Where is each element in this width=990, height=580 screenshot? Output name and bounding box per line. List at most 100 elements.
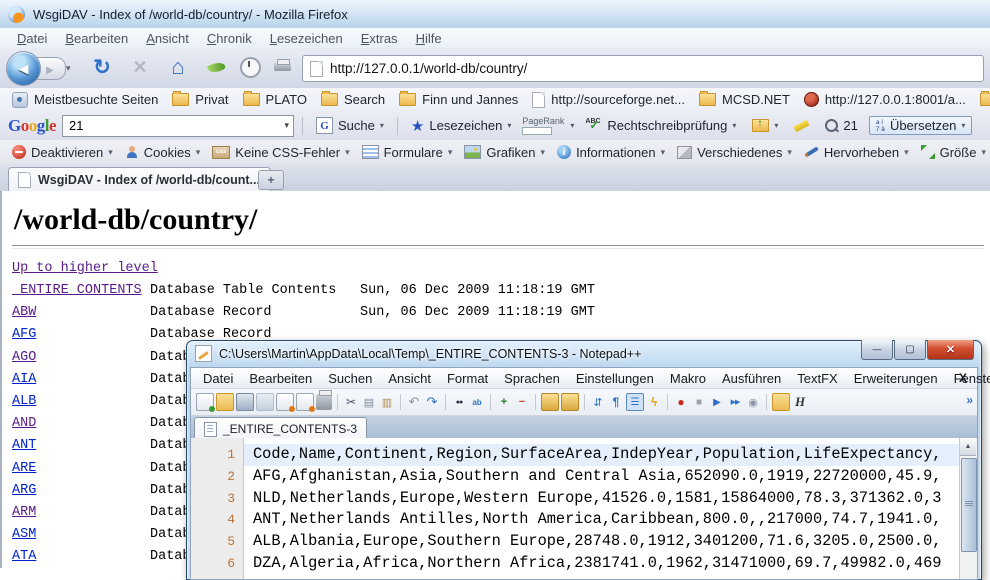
spellcheck-button[interactable]: Rechtschreibprüfung (580, 118, 741, 133)
word-wrap-icon[interactable] (590, 394, 606, 410)
paste-icon[interactable] (379, 394, 395, 410)
np-menu-erweiterungen[interactable]: Erweiterungen (846, 369, 946, 388)
webdev-grafiken[interactable]: Grafiken (458, 145, 551, 160)
pagerank-widget[interactable]: PageRank (522, 117, 564, 135)
bookmark-sourceforge[interactable]: http://sourceforge.net... (525, 92, 692, 108)
macro-stop-icon[interactable] (691, 394, 707, 410)
np-menu-suchen[interactable]: Suchen (320, 369, 380, 388)
np-menu-datei[interactable]: Datei (195, 369, 241, 388)
link-ata[interactable]: ATA (12, 549, 36, 564)
close-all-icon[interactable] (296, 393, 314, 411)
webdev-cookies[interactable]: Cookies (119, 145, 207, 160)
zoom-in-icon[interactable] (496, 394, 512, 410)
new-file-icon[interactable] (196, 393, 214, 411)
np-menu-bearbeiten[interactable]: Bearbeiten (241, 369, 320, 388)
highlight-button[interactable] (789, 123, 814, 129)
link-ant[interactable]: ANT (12, 438, 36, 453)
translate-button[interactable]: Übersetzen (869, 116, 973, 135)
np-menu-makro[interactable]: Makro (662, 369, 714, 388)
np-menu-sprachen[interactable]: Sprachen (496, 369, 568, 388)
link-are[interactable]: ARE (12, 461, 36, 476)
link-and[interactable]: AND (12, 416, 36, 431)
home-button[interactable] (164, 53, 192, 81)
menu-ansicht[interactable]: Ansicht (137, 29, 198, 48)
up-link[interactable]: Up to higher level (12, 261, 158, 276)
np-menu-textfx[interactable]: TextFX (789, 369, 845, 388)
send-to-button[interactable] (747, 119, 783, 132)
google-search-box[interactable] (62, 115, 294, 137)
zoom-indicator[interactable]: 21 (820, 118, 862, 133)
print-icon[interactable] (316, 394, 332, 410)
menu-lesezeichen[interactable]: Lesezeichen (261, 29, 352, 48)
history-dropdown-button[interactable] (66, 63, 71, 74)
close-button[interactable] (927, 340, 974, 360)
link-entire-contents[interactable]: _ENTIRE_CONTENTS (12, 283, 142, 298)
zoom-out-icon[interactable] (514, 394, 530, 410)
webdev-groesse[interactable]: Größe (915, 145, 990, 160)
save-all-icon[interactable] (256, 393, 274, 411)
sync-vertical-icon[interactable] (541, 393, 559, 411)
new-tab-button[interactable]: + (258, 170, 284, 190)
link-alb[interactable]: ALB (12, 394, 36, 409)
bookmark-127-0-0-1-8001[interactable]: http://127.0.0.1:8001/a... (797, 92, 973, 107)
url-bar[interactable] (302, 55, 984, 82)
webdev-deaktivieren[interactable]: Deaktivieren (6, 145, 119, 160)
redo-icon[interactable] (424, 394, 440, 410)
function-completion-icon[interactable] (646, 394, 662, 410)
link-abw[interactable]: ABW (12, 305, 36, 320)
link-arm[interactable]: ARM (12, 505, 36, 520)
np-menu-close-document[interactable]: X (959, 371, 967, 385)
restore-button[interactable] (894, 340, 926, 360)
bookmark-folder-search[interactable]: Search (314, 92, 392, 107)
caret-icon[interactable] (570, 121, 574, 130)
bookmark-folder-mcsd[interactable]: MCSD.NET (692, 92, 797, 107)
link-afg[interactable]: AFG (12, 327, 36, 342)
macro-save-icon[interactable] (745, 394, 761, 410)
webdev-css[interactable]: Keine CSS-Fehler (206, 145, 355, 160)
link-arg[interactable]: ARG (12, 483, 36, 498)
macro-record-icon[interactable] (673, 394, 689, 410)
bookmark-folder-privat[interactable]: Privat (165, 92, 235, 107)
find-icon[interactable] (451, 394, 467, 410)
menu-hilfe[interactable]: Hilfe (407, 29, 451, 48)
back-button[interactable] (6, 51, 41, 86)
bookmark-folder-finn-und-jannes[interactable]: Finn und Jannes (392, 92, 525, 107)
code-area[interactable]: Code,Name,Continent,Region,SurfaceArea,I… (244, 438, 959, 579)
bookmark-folder-tree-samples[interactable]: Tree Samples (973, 92, 990, 107)
reload-button[interactable] (88, 53, 116, 81)
np-menu-format[interactable]: Format (439, 369, 496, 388)
replace-icon[interactable] (469, 394, 485, 410)
minimize-button[interactable] (861, 340, 893, 360)
print-button[interactable] (268, 53, 296, 81)
open-file-icon[interactable] (216, 393, 234, 411)
link-aia[interactable]: AIA (12, 372, 36, 387)
link-ago[interactable]: AGO (12, 350, 36, 365)
scrollbar-thumb[interactable] (961, 458, 977, 552)
menu-extras[interactable]: Extras (352, 29, 407, 48)
google-suche-button[interactable]: GSuche (311, 117, 389, 134)
scroll-up-arrow-icon[interactable] (960, 438, 976, 456)
url-input[interactable] (330, 61, 976, 76)
np-menu-ansicht[interactable]: Ansicht (380, 369, 439, 388)
menu-bearbeiten[interactable]: Bearbeiten (56, 29, 137, 48)
google-search-input[interactable] (67, 117, 284, 134)
textfx-icon[interactable] (792, 394, 808, 410)
np-menu-ausfuehren[interactable]: Ausführen (714, 369, 789, 388)
webdev-hervorheben[interactable]: Hervorheben (798, 145, 915, 160)
search-dropdown-icon[interactable] (284, 120, 289, 131)
indent-guide-icon[interactable] (626, 393, 644, 411)
link-asm[interactable]: ASM (12, 527, 36, 542)
history-button[interactable] (236, 53, 264, 81)
close-file-icon[interactable] (276, 393, 294, 411)
bookmark-meistbesuchte-seiten[interactable]: Meistbesuchte Seiten (5, 92, 165, 108)
macro-play-icon[interactable] (709, 394, 725, 410)
webdev-informationen[interactable]: Informationen (551, 145, 671, 160)
np-menu-einstellungen[interactable]: Einstellungen (568, 369, 662, 388)
menu-chronik[interactable]: Chronik (198, 29, 261, 48)
feed-button[interactable] (202, 53, 230, 81)
menu-datei[interactable]: Datei (8, 29, 56, 48)
toolbar-overflow-icon[interactable] (966, 393, 973, 407)
tab-wsgidav[interactable]: WsgiDAV - Index of /world-db/count... (8, 167, 271, 192)
open-containing-folder-icon[interactable] (772, 393, 790, 411)
google-lesezeichen-button[interactable]: Lesezeichen (406, 117, 516, 135)
